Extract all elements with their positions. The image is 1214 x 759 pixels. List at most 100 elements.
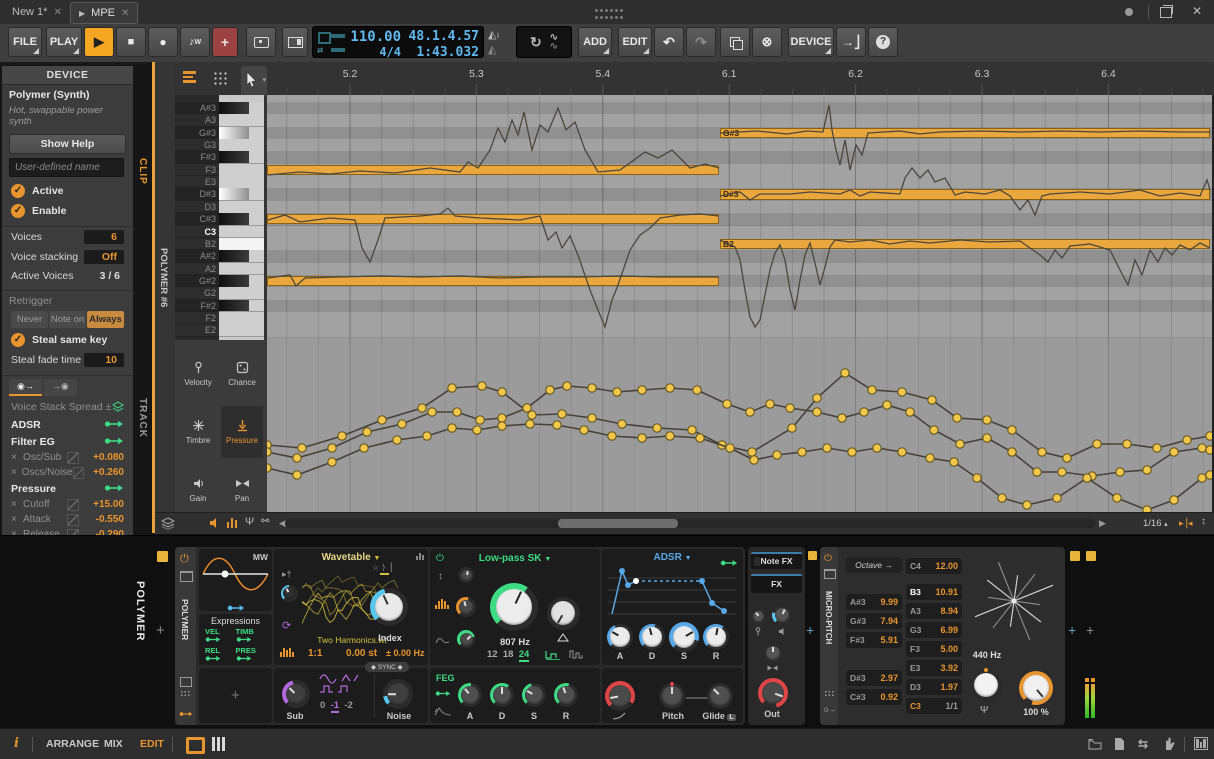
phase-mode-icon[interactable]: ⟳ bbox=[282, 619, 291, 632]
active-checkbox[interactable]: ✓Active bbox=[2, 181, 133, 201]
time-signature[interactable]: 4/4 bbox=[349, 45, 401, 59]
pressure-point[interactable] bbox=[1206, 471, 1212, 479]
expression-mod-source[interactable]: REL bbox=[205, 647, 236, 664]
pressure-point[interactable] bbox=[428, 408, 436, 416]
filter-fm-knob[interactable] bbox=[456, 597, 476, 617]
piano-key[interactable] bbox=[219, 213, 264, 226]
play-menu-button[interactable]: PLAY bbox=[46, 27, 82, 57]
tempo-value[interactable]: 110.00 bbox=[349, 29, 401, 45]
track-color-swatch[interactable] bbox=[157, 551, 168, 562]
pressure-lane[interactable] bbox=[267, 340, 1214, 512]
play-button[interactable]: ▶ bbox=[84, 27, 114, 57]
song-position[interactable]: 48.1.4.57 bbox=[407, 29, 479, 44]
note-view-icon[interactable] bbox=[183, 71, 198, 85]
filter-spread-knob[interactable] bbox=[458, 567, 474, 583]
pressure-point[interactable] bbox=[298, 444, 306, 452]
file-button[interactable]: FILE bbox=[8, 27, 42, 57]
pressure-point[interactable] bbox=[1143, 466, 1151, 474]
pressure-point[interactable] bbox=[1153, 444, 1161, 452]
pressure-point[interactable] bbox=[1123, 440, 1131, 448]
pressure-point[interactable] bbox=[860, 408, 868, 416]
filter-env-amount-knob[interactable] bbox=[457, 630, 475, 648]
pressure-point[interactable] bbox=[873, 444, 881, 452]
osc-type-select[interactable]: Wavetable ▼ bbox=[274, 552, 428, 563]
mod-targets-tab[interactable]: →◉ bbox=[44, 379, 77, 396]
pressure-point[interactable] bbox=[748, 448, 756, 456]
glide-knob[interactable] bbox=[707, 683, 733, 709]
h-scrollbar-thumb[interactable] bbox=[558, 519, 678, 528]
pressure-point[interactable] bbox=[293, 471, 301, 479]
insert-device-icon[interactable]: →⎦ bbox=[836, 27, 866, 57]
expression-chance[interactable]: Chance bbox=[221, 348, 263, 400]
multi-panel-icon[interactable] bbox=[212, 737, 225, 751]
mod-target-row[interactable]: ×Oscs/Noise+0.260 bbox=[2, 465, 133, 480]
pressure-point[interactable] bbox=[726, 444, 734, 452]
retrigger-noteon[interactable]: Note on bbox=[49, 311, 86, 328]
piano-key[interactable] bbox=[219, 250, 264, 263]
file-icon[interactable] bbox=[1114, 737, 1125, 751]
adsr-envelope-display[interactable] bbox=[608, 565, 736, 617]
pressure-point[interactable] bbox=[1058, 468, 1066, 476]
slope-select[interactable]: 12 18 24 bbox=[487, 649, 529, 660]
scroll-right-icon[interactable]: ▶ bbox=[1099, 518, 1106, 529]
tuning-cell[interactable]: A38.94 bbox=[906, 603, 962, 619]
zoom-fit-icon[interactable]: ▸⎥◂ bbox=[1179, 518, 1193, 529]
pressure-point[interactable] bbox=[613, 388, 621, 396]
v-zoom-icon[interactable]: ↕ bbox=[1201, 516, 1206, 527]
mod-source-row[interactable]: Pressure bbox=[2, 480, 133, 497]
pressure-point[interactable] bbox=[746, 408, 754, 416]
pressure-point[interactable] bbox=[766, 400, 774, 408]
tuning-cell[interactable]: C#30.92 bbox=[846, 689, 902, 705]
pressure-point[interactable] bbox=[1170, 496, 1178, 504]
pressure-point[interactable] bbox=[328, 444, 336, 452]
osc-semitones[interactable]: 0.00 st bbox=[346, 648, 377, 659]
midi-note[interactable]: D#3 bbox=[720, 189, 1210, 200]
midi-note[interactable] bbox=[267, 165, 719, 176]
pressure-point[interactable] bbox=[956, 440, 964, 448]
tuning-cell[interactable]: G#37.94 bbox=[846, 613, 902, 629]
mapping-icon[interactable]: ⇆ bbox=[1138, 737, 1148, 751]
pressure-point[interactable] bbox=[558, 410, 566, 418]
pressure-point[interactable] bbox=[526, 420, 534, 428]
ref-freq-knob[interactable] bbox=[970, 669, 1003, 702]
pressure-point[interactable] bbox=[423, 432, 431, 440]
out-knob[interactable] bbox=[758, 678, 788, 708]
grid-resolution[interactable]: 1/16 ▴ bbox=[1143, 518, 1168, 529]
voices-value[interactable]: 6 bbox=[84, 230, 124, 244]
info-icon[interactable]: i bbox=[14, 736, 19, 751]
pressure-point[interactable] bbox=[553, 421, 561, 429]
bend-range-knob[interactable] bbox=[605, 681, 635, 711]
browser-icon[interactable] bbox=[1088, 738, 1102, 750]
pressure-point[interactable] bbox=[666, 432, 674, 440]
tuning-cell[interactable]: C31/1 bbox=[906, 698, 962, 714]
edit-button[interactable]: EDIT bbox=[618, 27, 652, 57]
midi-note[interactable]: G#3 bbox=[720, 128, 1210, 139]
pressure-point[interactable] bbox=[928, 396, 936, 404]
mixer-meter-icon[interactable] bbox=[1194, 737, 1208, 750]
remote-controls-icon[interactable] bbox=[180, 677, 192, 687]
pressure-point[interactable] bbox=[898, 388, 906, 396]
pressure-point[interactable] bbox=[798, 448, 806, 456]
pressure-point[interactable] bbox=[498, 414, 506, 422]
voice-stacking-value[interactable]: Off bbox=[84, 250, 124, 264]
overdub-button[interactable]: + bbox=[212, 27, 238, 57]
pressure-point[interactable] bbox=[473, 426, 481, 434]
feg-attack-knob[interactable] bbox=[458, 683, 482, 707]
pressure-point[interactable] bbox=[1198, 444, 1206, 452]
amp-release-knob[interactable] bbox=[703, 624, 729, 650]
device-color-swatch[interactable] bbox=[1086, 551, 1096, 561]
piano-key[interactable] bbox=[219, 176, 264, 189]
pressure-point[interactable] bbox=[1038, 448, 1046, 456]
pressure-point[interactable] bbox=[1170, 448, 1178, 456]
grid-icon[interactable] bbox=[180, 690, 190, 698]
project-tab-mpe[interactable]: ▶ MPE ✕ bbox=[70, 2, 138, 24]
pressure-point[interactable] bbox=[841, 369, 849, 377]
pressure-point[interactable] bbox=[898, 448, 906, 456]
pressure-point[interactable] bbox=[418, 404, 426, 412]
amp-sustain-knob[interactable] bbox=[669, 622, 699, 652]
pressure-point[interactable] bbox=[1053, 494, 1061, 502]
pressure-point[interactable] bbox=[498, 422, 506, 430]
slope-shape-icons[interactable] bbox=[544, 648, 588, 660]
steal-fade-value[interactable]: 10 bbox=[84, 353, 124, 367]
pressure-point[interactable] bbox=[1113, 494, 1121, 502]
